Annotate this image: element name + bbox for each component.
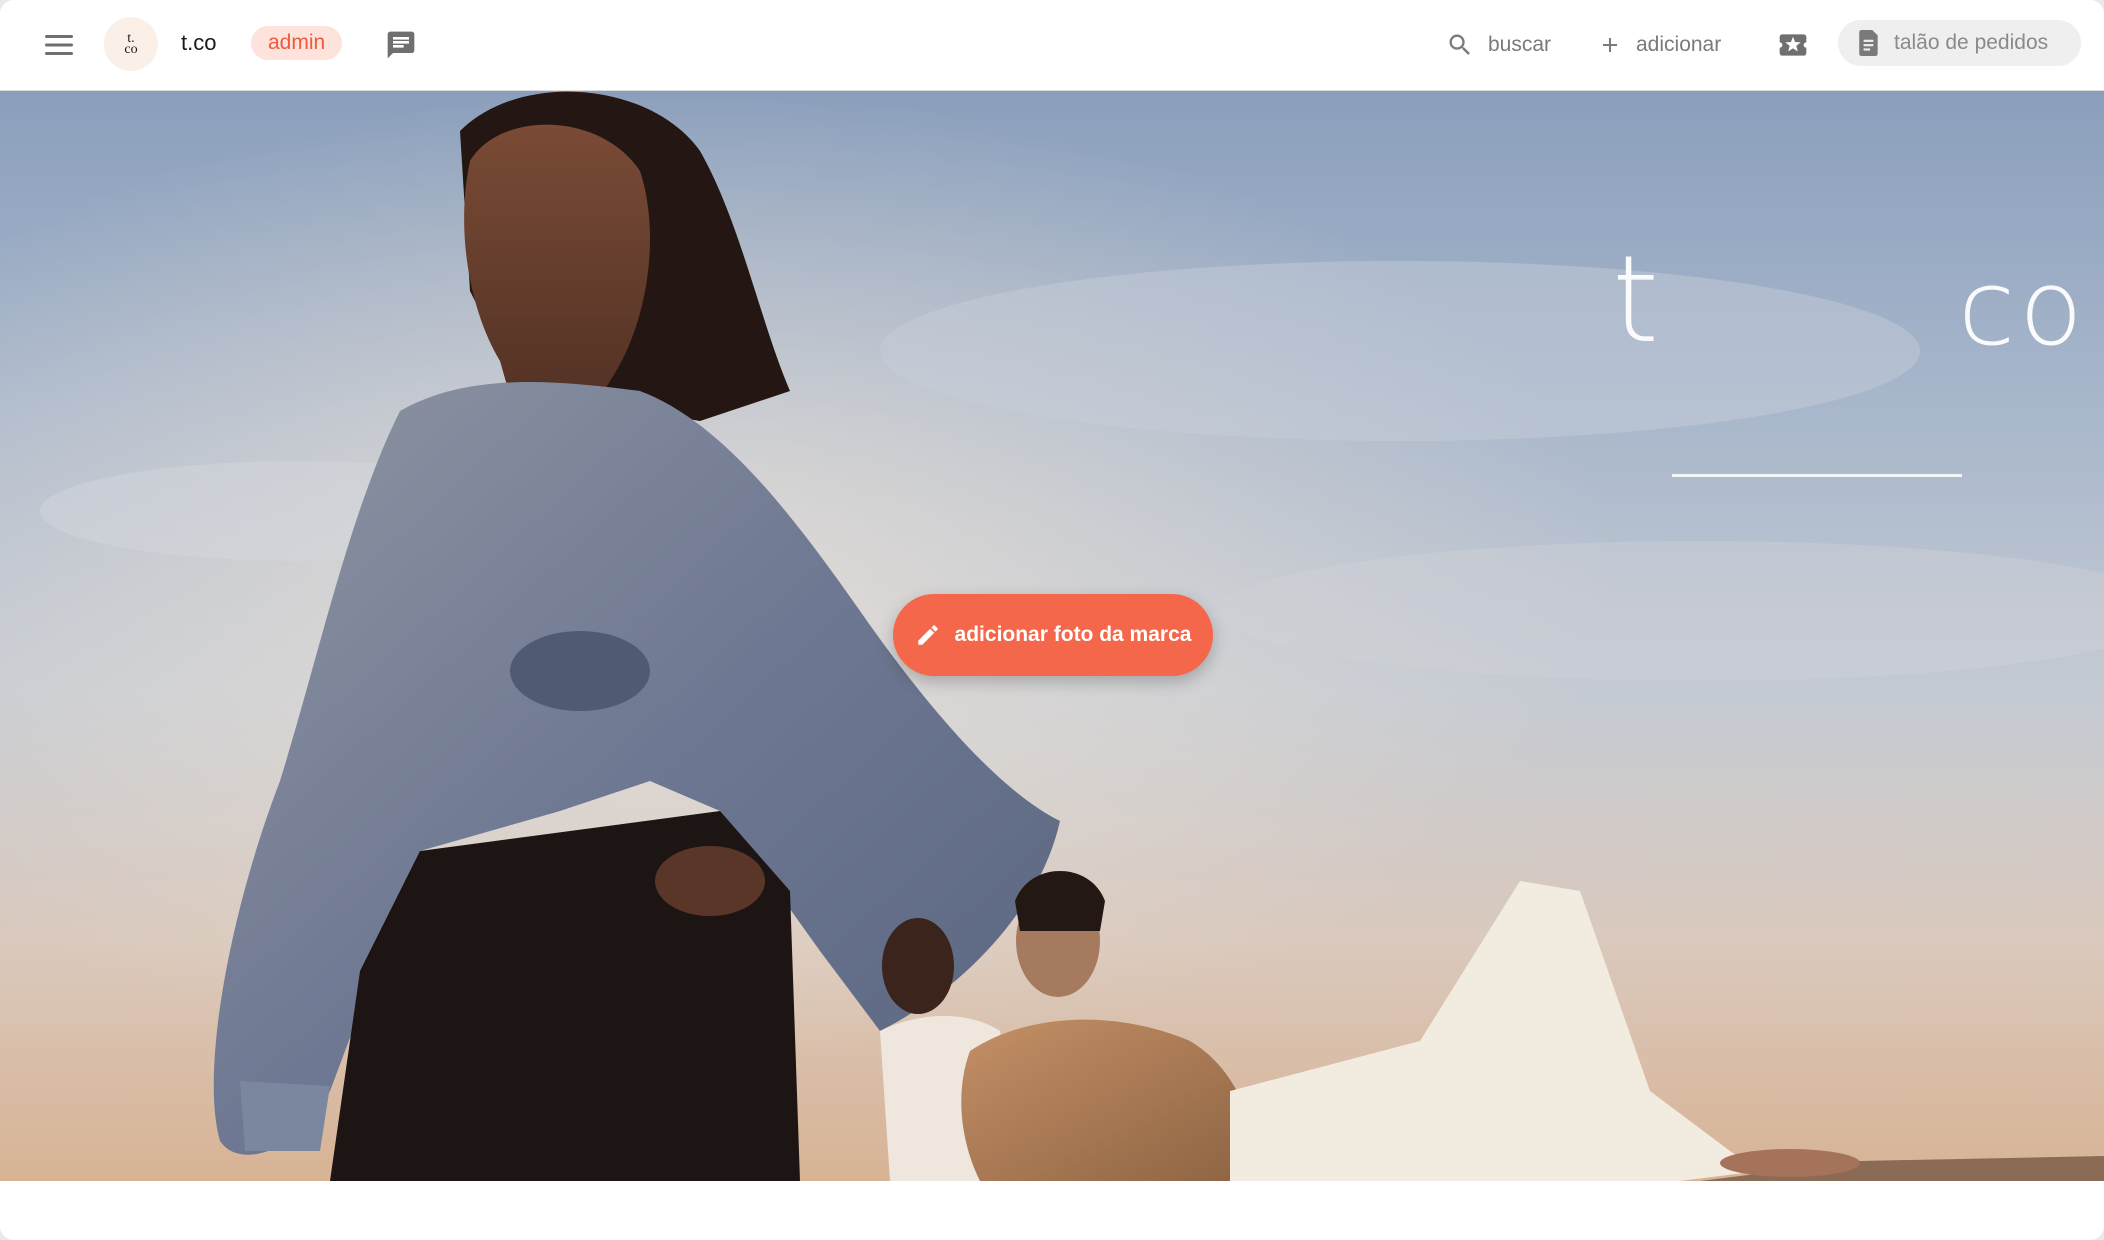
hero-logo-co: co [1958, 247, 2087, 369]
plus-icon [1603, 38, 1617, 52]
search-icon [1449, 34, 1470, 55]
search-label: buscar [1488, 33, 1552, 56]
top-bar: t. co t.co admin buscar adicionar talão … [0, 0, 2104, 91]
pencil-icon [917, 625, 938, 645]
hamburger-menu-icon [45, 35, 73, 55]
hero-brand-logo: t co [1600, 231, 2104, 477]
brand-name[interactable]: t.co [181, 28, 216, 58]
brand-logo-avatar[interactable]: t. co [104, 17, 158, 71]
featured-ticket-button[interactable] [1772, 24, 1814, 66]
search-button[interactable]: buscar [1446, 24, 1551, 66]
add-brand-photo-label: adicionar foto da marca [954, 623, 1192, 646]
hero-logo-underline [1672, 474, 1962, 477]
admin-badge: admin [251, 26, 343, 60]
chat-icon [387, 31, 415, 59]
order-book-label: talão de pedidos [1894, 31, 2049, 54]
add-brand-photo-button[interactable]: adicionar foto da marca [893, 594, 1213, 676]
brand-hero-banner: t co adicionar foto da marca [0, 91, 2104, 1181]
menu-button[interactable] [40, 26, 78, 64]
content-area [0, 1181, 2104, 1240]
hero-logo-t: t [1612, 231, 1660, 370]
receipt-icon [1859, 30, 1878, 56]
order-book-button[interactable]: talão de pedidos [1838, 20, 2081, 66]
add-button[interactable]: adicionar [1598, 24, 1721, 66]
add-label: adicionar [1636, 33, 1722, 56]
logo-text-line2: co [124, 42, 138, 57]
chat-button[interactable] [380, 24, 422, 66]
app-window: t. co t.co admin buscar adicionar talão … [0, 0, 2104, 1240]
star-ticket-icon [1779, 34, 1807, 56]
